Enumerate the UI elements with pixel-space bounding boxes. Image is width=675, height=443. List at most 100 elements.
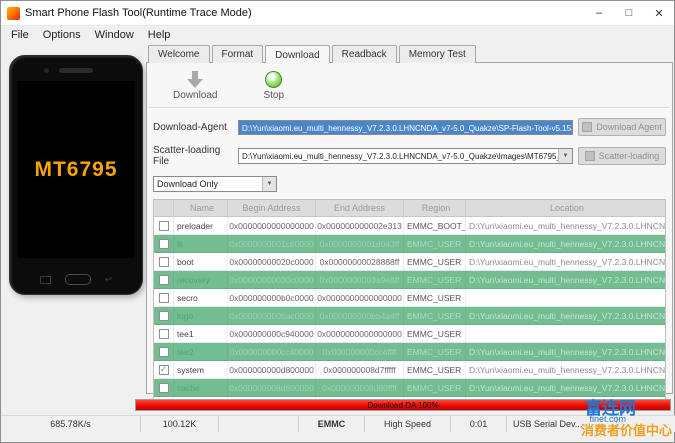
menu-file[interactable]: File	[4, 29, 36, 41]
minimize-button[interactable]: –	[584, 1, 614, 25]
download-mode-combobox[interactable]: Download Only ▼	[153, 176, 277, 192]
row-end-address: 0x00000000028888ff	[316, 253, 404, 270]
stop-button[interactable]: Stop	[263, 71, 284, 101]
row-end-address: 0x0000000000000000	[316, 289, 404, 306]
download-agent-label: Download-Agent	[153, 121, 227, 133]
row-name: tee2	[174, 343, 228, 360]
table-row-tee2[interactable]: tee2 0x000000000cc40000 0x000000000cc4ffff…	[154, 343, 665, 361]
row-checkbox-cell: ✓	[154, 361, 174, 378]
row-checkbox[interactable]	[158, 292, 169, 303]
row-region: EMMC_USER	[404, 307, 466, 324]
download-mode-row: Download Only ▼	[153, 176, 666, 192]
row-begin-address: 0x000000000bac0000	[228, 307, 316, 324]
tab-readback[interactable]: Readback	[331, 45, 397, 63]
phone-nav-keys: ↩	[10, 274, 142, 285]
row-checkbox[interactable]	[158, 382, 169, 393]
scatter-file-label: Scatter-loading File	[153, 145, 221, 167]
row-name: boot	[174, 253, 228, 270]
title-bar: Smart Phone Flash Tool(Runtime Trace Mod…	[1, 1, 674, 26]
row-end-address: 0x000000000bb4a4ff	[316, 307, 404, 324]
table-row-secro[interactable]: secro 0x000000000b0c0000 0x000000000000000…	[154, 289, 665, 307]
row-location	[466, 325, 665, 342]
window-title: Smart Phone Flash Tool(Runtime Trace Mod…	[25, 7, 252, 19]
tab-download[interactable]: Download	[265, 45, 330, 63]
row-checkbox[interactable]	[158, 310, 169, 321]
row-begin-address: 0x00000000020c0000	[228, 253, 316, 270]
row-checkbox[interactable]	[158, 328, 169, 339]
row-checkbox-cell	[154, 307, 174, 324]
row-name: logo	[174, 307, 228, 324]
home-key-icon	[64, 274, 91, 285]
chevron-down-icon[interactable]: ▼	[558, 149, 572, 163]
row-location: D:\Yun\xiaomi.eu_multi_hennessy_V7.2.3.0…	[469, 220, 665, 231]
row-name: preloader	[174, 217, 228, 234]
row-region: EMMC_USER	[404, 253, 466, 270]
tab-welcome[interactable]: Welcome	[148, 45, 210, 63]
row-checkbox-cell	[154, 217, 174, 234]
tab-memory-test[interactable]: Memory Test	[398, 45, 476, 63]
row-checkbox[interactable]	[158, 256, 169, 267]
download-arrow-icon	[187, 71, 204, 88]
table-row-recovery[interactable]: recovery 0x00000000030c0000 0x0000000003a9…	[154, 271, 665, 289]
table-row-preloader[interactable]: preloader 0x0000000000000000 0x00000000000…	[154, 217, 665, 235]
menu-key-icon	[39, 275, 51, 284]
file-icon	[584, 151, 595, 161]
row-checkbox-cell	[154, 289, 174, 306]
back-key-icon: ↩	[104, 274, 113, 284]
status-cell-4: High Speed	[365, 416, 451, 432]
col-header-name: Name	[174, 200, 228, 216]
row-checkbox[interactable]	[158, 346, 169, 357]
scatter-loading-button[interactable]: Scatter-loading	[578, 147, 666, 165]
row-region: EMMC_USER	[404, 361, 466, 378]
row-region: EMMC_USER	[404, 343, 466, 360]
col-header-check	[154, 200, 174, 216]
row-checkbox[interactable]	[158, 274, 169, 285]
table-row-boot[interactable]: boot 0x00000000020c0000 0x00000000028888ff…	[154, 253, 665, 271]
row-begin-address: 0x0000000000000000	[228, 217, 316, 234]
row-name: cache	[174, 379, 228, 396]
status-cell-3: EMMC	[299, 416, 365, 432]
menu-help[interactable]: Help	[141, 29, 178, 41]
row-checkbox[interactable]	[158, 220, 169, 231]
row-checkbox-cell	[154, 379, 174, 396]
table-row-tee1[interactable]: tee1 0x000000000c940000 0x0000000000000000…	[154, 325, 665, 343]
table-row-cache[interactable]: cache 0x000000008d800000 0x000000008d80fff…	[154, 379, 665, 397]
close-button[interactable]: ✕	[644, 1, 674, 25]
row-region: EMMC_USER	[404, 289, 466, 306]
row-checkbox[interactable]: ✓	[158, 364, 169, 375]
table-row-logo[interactable]: logo 0x000000000bac0000 0x000000000bb4a4ff…	[154, 307, 665, 325]
row-checkbox-cell	[154, 325, 174, 342]
download-button-label: Download	[173, 90, 218, 101]
download-button[interactable]: Download	[173, 71, 217, 101]
row-location	[466, 289, 665, 306]
stop-icon	[265, 71, 283, 88]
col-header-end-address: End Address	[316, 200, 404, 216]
row-end-address: 0x0000000000000000	[316, 325, 404, 342]
download-agent-button[interactable]: Download Agent	[578, 118, 666, 136]
stop-button-label: Stop	[263, 90, 285, 101]
chevron-down-icon[interactable]: ▼	[262, 177, 276, 191]
download-mode-value: Download Only	[157, 179, 219, 189]
row-location: D:\Yun\xiaomi.eu_multi_hennessy_V7.2.3.0…	[469, 364, 665, 375]
progress-label: Download DA 100%	[367, 400, 439, 410]
download-agent-path-field[interactable]: D:\Yun\xiaomi.eu_multi_hennessy_V7.2.3.0…	[238, 119, 573, 135]
row-checkbox[interactable]	[158, 238, 169, 249]
menu-options[interactable]: Options	[36, 29, 88, 41]
row-name: recovery	[174, 271, 228, 288]
table-row-system[interactable]: ✓ system 0x000000000d800000 0x000000008d7ff…	[154, 361, 665, 379]
download-toolbar: Download Stop	[147, 63, 672, 103]
download-tab-panel: Download Stop Download-Agent D:\Yun\xiao…	[146, 62, 673, 405]
maximize-button[interactable]: □	[614, 1, 644, 25]
scatter-loading-button-label: Scatter-loading	[598, 151, 660, 161]
table-row-lk[interactable]: lk 0x0000000001c80000 0x0000000001d043ff EM…	[154, 235, 665, 253]
row-region: EMMC_USER	[404, 271, 466, 288]
tab-format[interactable]: Format	[211, 45, 264, 63]
speaker-slot-icon	[59, 68, 93, 73]
row-checkbox-cell	[154, 235, 174, 252]
scatter-file-row: Scatter-loading File D:\Yun\xiaomi.eu_mu…	[153, 145, 666, 167]
scatter-file-combobox[interactable]: D:\Yun\xiaomi.eu_multi_hennessy_V7.2.3.0…	[238, 148, 573, 164]
menu-window[interactable]: Window	[88, 29, 141, 41]
col-header-region: Region	[404, 200, 466, 216]
row-begin-address: 0x0000000001c80000	[228, 235, 316, 252]
row-location: D:\Yun\xiaomi.eu_multi_hennessy_V7.2.3.0…	[469, 256, 665, 267]
